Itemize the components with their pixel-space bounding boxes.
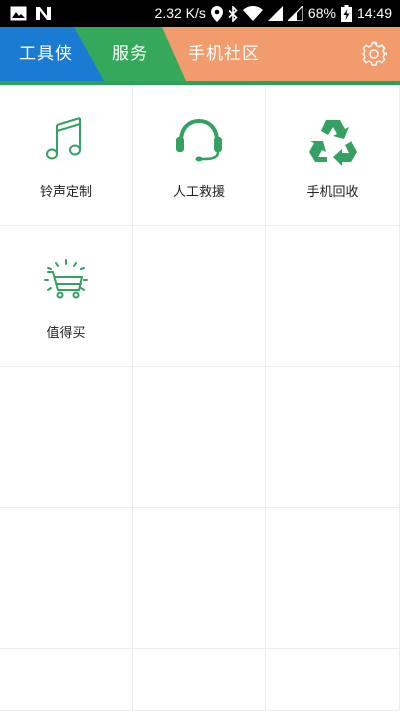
battery-charging-icon [340,5,352,22]
recycle-icon [307,115,359,167]
empty-cell [266,649,400,711]
service-label: 铃声定制 [39,185,92,200]
settings-gear-icon[interactable] [361,41,388,67]
service-phone-recycle[interactable]: 手机回收 [266,85,400,226]
empty-cell [0,367,133,508]
empty-cell [266,367,400,508]
empty-cell [133,508,266,649]
wifi-icon [242,6,263,21]
clock: 14:49 [356,5,392,21]
cell-signal-icon [267,6,283,21]
empty-cell [133,226,266,367]
music-note-icon [40,115,92,167]
tab-phone-community[interactable]: 手机社区 [188,27,260,81]
tab-bar: 工具侠 服务 手机社区 [0,27,400,81]
status-bar: 2.32 K/s 68% 14:49 [0,0,400,27]
bluetooth-icon [228,5,238,22]
service-ringtone[interactable]: 铃声定制 [0,85,133,226]
tab-tools[interactable]: 工具侠 [19,27,73,81]
n-notification-icon [35,6,52,21]
empty-cell [133,367,266,508]
service-rescue[interactable]: 人工救援 [133,85,266,226]
battery-percent: 68% [307,5,336,21]
service-label: 值得买 [46,326,86,341]
service-grid: 铃声定制 人工救援 手机回收 值得买 [0,85,400,711]
cell-signal-2-icon [287,6,303,21]
shopping-cart-icon [40,256,92,308]
service-worth-buying[interactable]: 值得买 [0,226,133,367]
tab-service[interactable]: 服务 [112,27,148,81]
location-icon [210,5,223,22]
empty-cell [133,649,266,711]
network-speed: 2.32 K/s [154,5,206,21]
empty-cell [0,508,133,649]
service-label: 人工救援 [172,185,225,200]
image-notification-icon [10,6,27,21]
empty-cell [0,649,133,711]
empty-cell [266,226,400,367]
empty-cell [266,508,400,649]
service-label: 手机回收 [306,185,359,200]
headset-icon [173,115,225,167]
